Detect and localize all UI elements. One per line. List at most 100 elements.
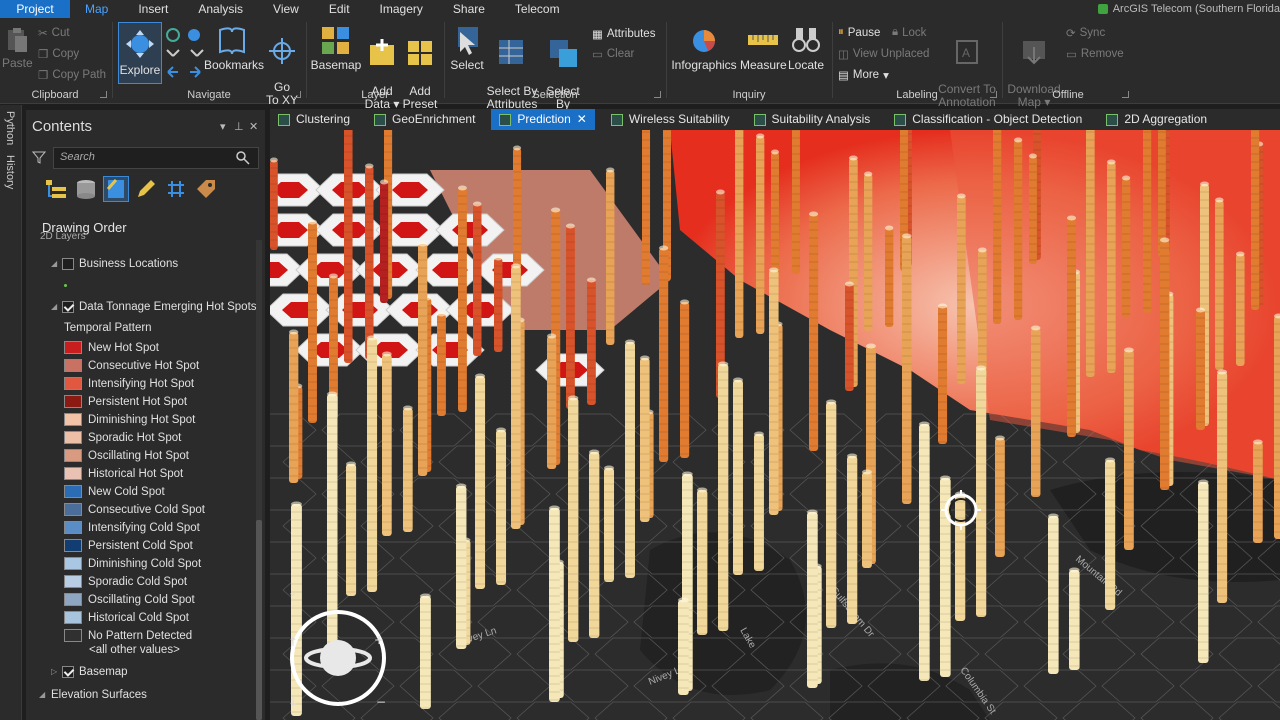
navigation-tools-icon[interactable] (164, 26, 206, 82)
legend-item[interactable]: Sporadic Hot Spot (26, 429, 258, 447)
attributes-button[interactable]: ▦ Attributes (592, 27, 655, 41)
legend-item[interactable]: New Hot Spot (26, 339, 258, 357)
select-button[interactable]: Select (448, 24, 486, 72)
infographics-button[interactable]: Infographics (668, 24, 740, 72)
measure-button[interactable]: Measure (740, 24, 787, 72)
tab-project[interactable]: Project (0, 0, 70, 18)
tab-telecom[interactable]: Telecom (500, 0, 575, 18)
map-3d-scene[interactable]: Nivey LnNivey LnColumbia StLakeGulfstrea… (270, 130, 1280, 720)
pause-labeling-button[interactable]: ⏸ Pause (838, 26, 880, 39)
python-tab[interactable]: Python (4, 111, 16, 145)
tab-insert[interactable]: Insert (123, 0, 183, 18)
pan-up-icon[interactable]: ↑ (288, 635, 298, 649)
legend-item[interactable]: Sporadic Cold Spot (26, 573, 258, 591)
layer-basemap[interactable]: ▷ Basemap (26, 663, 258, 681)
bookmarks-button[interactable]: Bookmarks (204, 24, 264, 72)
scrollbar-thumb[interactable] (256, 520, 262, 720)
offline-launcher-icon[interactable] (1122, 91, 1129, 98)
explore-button[interactable]: Explore (118, 22, 162, 84)
pan-down-icon[interactable]: ↓ (288, 695, 298, 709)
list-by-labeling-icon[interactable] (194, 177, 218, 201)
visibility-checkbox[interactable] (62, 301, 74, 313)
visibility-checkbox[interactable] (62, 258, 74, 270)
scene-canvas[interactable]: Nivey LnNivey LnColumbia StLakeGulfstrea… (270, 130, 1280, 720)
collapse-navigator-icon[interactable]: ⌄ (288, 586, 297, 599)
pane-menu-icon[interactable]: ▾ (220, 120, 226, 133)
legend-item[interactable]: Intensifying Cold Spot (26, 519, 258, 537)
tab-imagery[interactable]: Imagery (365, 0, 438, 18)
legend-item[interactable]: Diminishing Hot Spot (26, 411, 258, 429)
zoom-out-icon[interactable]: − (376, 695, 386, 709)
list-by-drawing-order-icon[interactable] (44, 177, 68, 201)
legend-item[interactable]: Historical Cold Spot (26, 609, 258, 627)
list-by-selection-icon[interactable] (103, 176, 129, 202)
map-tab[interactable]: Classification - Object Detection (886, 109, 1090, 130)
expand-icon[interactable]: ◢ (51, 255, 57, 273)
close-icon[interactable]: ✕ (249, 120, 258, 133)
legend-item[interactable]: Consecutive Cold Spot (26, 501, 258, 519)
visibility-checkbox[interactable] (62, 666, 74, 678)
tab-share[interactable]: Share (438, 0, 500, 18)
account-indicator[interactable]: ArcGIS Telecom (Southern Florida (1097, 0, 1280, 18)
legend-item[interactable]: Historical Hot Spot (26, 465, 258, 483)
filter-icon[interactable] (32, 150, 46, 164)
expand-icon[interactable]: ◢ (51, 298, 57, 316)
pin-icon[interactable]: ⊥ (234, 120, 244, 133)
copy-path-button[interactable]: ❐ Copy Path (38, 68, 106, 82)
legend-item[interactable]: Persistent Cold Spot (26, 537, 258, 555)
map-tab[interactable]: Wireless Suitability (603, 109, 738, 130)
tab-view[interactable]: View (258, 0, 314, 18)
map-tab[interactable]: Suitability Analysis (746, 109, 879, 130)
remove-button[interactable]: ▭ Remove (1066, 47, 1124, 61)
search-icon[interactable] (236, 151, 250, 165)
contents-scrollbar[interactable] (256, 240, 262, 720)
cut-button[interactable]: ✂ Cut (38, 26, 70, 40)
legend-item[interactable]: Intensifying Hot Spot (26, 375, 258, 393)
legend-item[interactable]: Consecutive Hot Spot (26, 357, 258, 375)
column-cap (680, 299, 690, 305)
list-by-data-source-icon[interactable] (74, 177, 98, 201)
locate-button[interactable]: Locate (786, 24, 826, 72)
column-cap (682, 471, 693, 477)
labeling-launcher-icon[interactable] (990, 91, 997, 98)
close-tab-icon[interactable]: ✕ (577, 109, 587, 130)
legend-item[interactable]: Persistent Hot Spot (26, 393, 258, 411)
map-tab[interactable]: Clustering (270, 109, 358, 130)
expand-icon[interactable]: ▷ (51, 663, 57, 681)
navigate-launcher-icon[interactable] (294, 91, 301, 98)
tab-edit[interactable]: Edit (314, 0, 365, 18)
zoom-in-icon[interactable]: + (374, 633, 384, 647)
group-elevation-surfaces[interactable]: ◢ Elevation Surfaces (26, 686, 258, 704)
layer-hot-spots[interactable]: ◢ Data Tonnage Emerging Hot Spots (26, 298, 258, 316)
more-labeling-button[interactable]: ▤ More ▾ (838, 68, 889, 82)
list-by-snapping-icon[interactable] (164, 177, 188, 201)
legend-item[interactable]: Oscillating Hot Spot (26, 447, 258, 465)
globe-icon[interactable] (320, 640, 356, 676)
time-series-column (864, 171, 873, 331)
legend-item[interactable]: Diminishing Cold Spot (26, 555, 258, 573)
clipboard-launcher-icon[interactable] (100, 91, 107, 98)
map-tab[interactable]: GeoEnrichment (366, 109, 483, 130)
layer-business-locations[interactable]: ◢ Business Locations (26, 255, 258, 273)
map-tab[interactable]: 2D Aggregation (1098, 109, 1215, 130)
map-tab[interactable]: Prediction ✕ (491, 109, 595, 130)
selection-launcher-icon[interactable] (654, 91, 661, 98)
expand-icon[interactable]: ◢ (39, 686, 45, 704)
sync-button[interactable]: ⟳ Sync (1066, 26, 1105, 40)
download-map-icon (1023, 41, 1045, 65)
column-cap (496, 427, 507, 433)
history-tab[interactable]: History (4, 155, 16, 189)
legend-item[interactable]: New Cold Spot (26, 483, 258, 501)
tab-map[interactable]: Map (70, 0, 123, 18)
lock-labels-button[interactable]: 🔒︎ Lock (892, 26, 926, 39)
clear-selection-button[interactable]: ▭ Clear (592, 47, 634, 61)
tab-analysis[interactable]: Analysis (183, 0, 258, 18)
basemap-button[interactable]: Basemap (310, 24, 362, 72)
paste-button[interactable]: Paste (2, 26, 33, 70)
search-input[interactable]: Search (53, 147, 259, 169)
view-unplaced-button[interactable]: ◫ View Unplaced (838, 47, 929, 61)
group-2d-layers[interactable]: 2D Layers (40, 232, 86, 242)
legend-item[interactable]: Oscillating Cold Spot (26, 591, 258, 609)
copy-button[interactable]: ❐ Copy (38, 47, 79, 61)
list-by-editing-icon[interactable] (134, 177, 158, 201)
